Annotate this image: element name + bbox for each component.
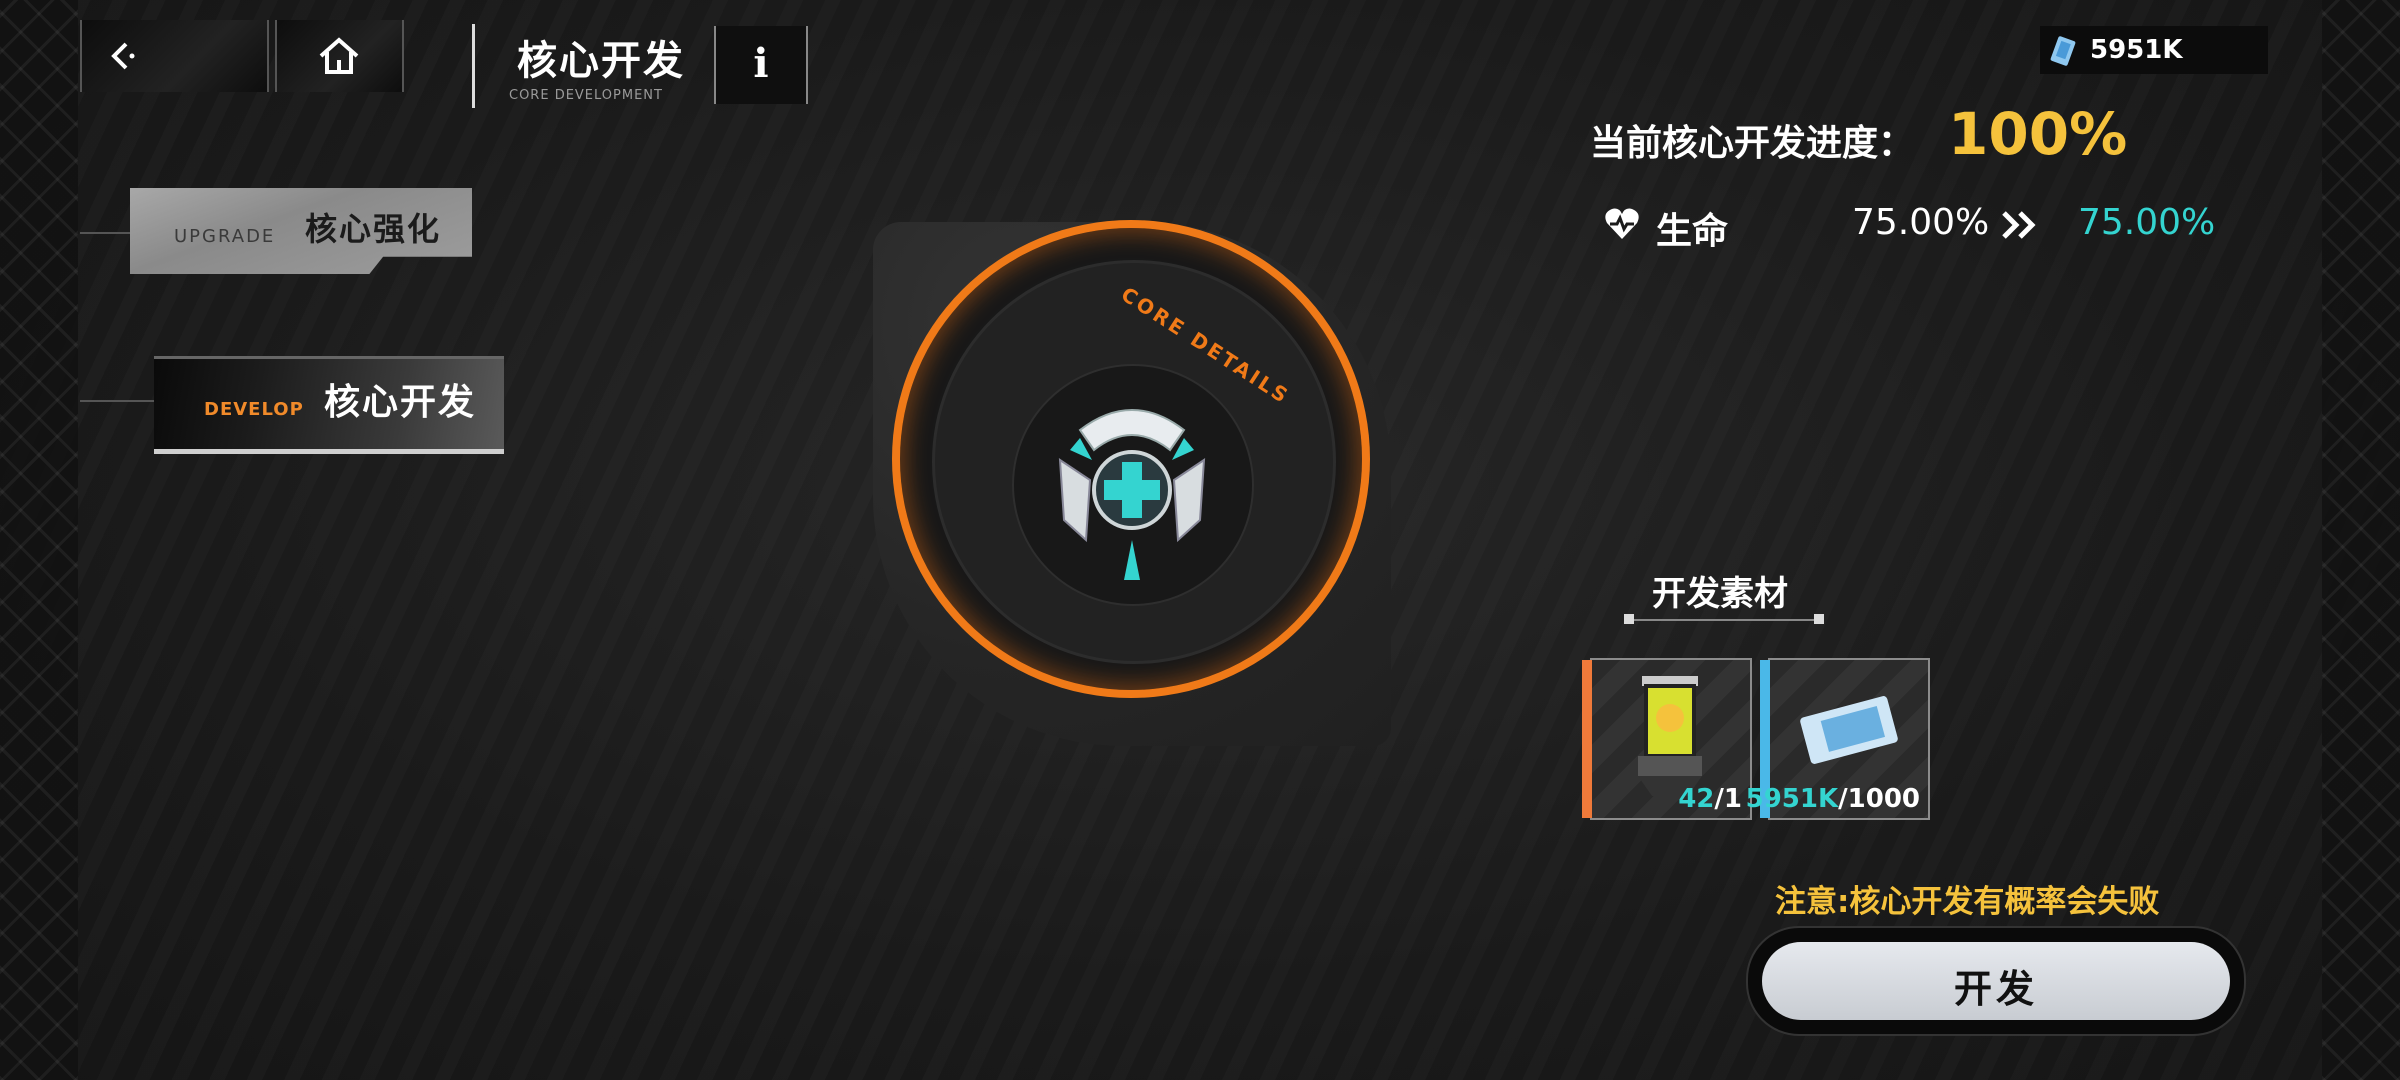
tab-develop-label: 核心开发 (324, 382, 477, 423)
left-decor-strip (0, 0, 78, 1080)
divider-dot (1814, 614, 1824, 624)
page-subtitle: CORE DEVELOPMENT (509, 88, 663, 103)
core-capsule-icon (1638, 676, 1702, 796)
back-button[interactable] (80, 20, 269, 92)
stat-name: 生命 (1656, 211, 1729, 252)
material-count: 42/1 (1678, 784, 1742, 814)
develop-button-label: 开发 (1953, 967, 2038, 1011)
tab-upgrade-en: UPGRADE (174, 226, 276, 247)
heart-icon (1605, 208, 1639, 239)
ticket-icon (2050, 36, 2076, 66)
tab-develop[interactable]: DEVELOP 核心开发 (154, 356, 504, 454)
page-title: 核心开发 (517, 38, 685, 84)
home-button[interactable] (275, 20, 404, 92)
tab-develop-en: DEVELOP (204, 399, 304, 420)
currency-amount: 5951K (2090, 35, 2183, 65)
tab-connector (80, 400, 154, 402)
materials-divider (1630, 619, 1820, 621)
tab-upgrade-label: 核心强化 (305, 210, 442, 248)
develop-button[interactable]: 开发 (1762, 942, 2230, 1020)
ticket-icon (1800, 696, 1898, 764)
double-chevron-right-icon (2002, 211, 2036, 239)
home-icon (319, 37, 359, 74)
right-decor-strip (2322, 0, 2400, 1080)
info-icon: i (753, 40, 769, 87)
material-slot-core-capsule[interactable]: 42/1 (1582, 658, 1752, 820)
page-title-block: 核心开发 CORE DEVELOPMENT (472, 24, 693, 108)
rarity-stripe (1582, 660, 1592, 818)
stat-next-value: 75.00% (2078, 202, 2216, 243)
progress-label: 当前核心开发进度： (1590, 123, 1915, 164)
divider-dot (1624, 614, 1634, 624)
tab-connector (80, 232, 132, 234)
stat-current-value: 75.00% (1852, 202, 1990, 243)
material-slot-ticket[interactable]: 5951K/1000 (1746, 658, 1930, 820)
develop-button-frame: 开发 (1746, 926, 2246, 1036)
materials-title: 开发素材 (1652, 574, 1788, 614)
failure-warning: 注意:核心开发有概率会失败 (1775, 884, 2160, 920)
back-arrow-icon (111, 42, 135, 70)
material-count: 5951K/1000 (1745, 784, 1920, 814)
info-button[interactable]: i (714, 26, 808, 104)
currency-display: 5951K (2040, 26, 2268, 74)
progress-value: 100% (1948, 100, 2128, 168)
medical-cross-emblem-icon (1058, 409, 1206, 580)
